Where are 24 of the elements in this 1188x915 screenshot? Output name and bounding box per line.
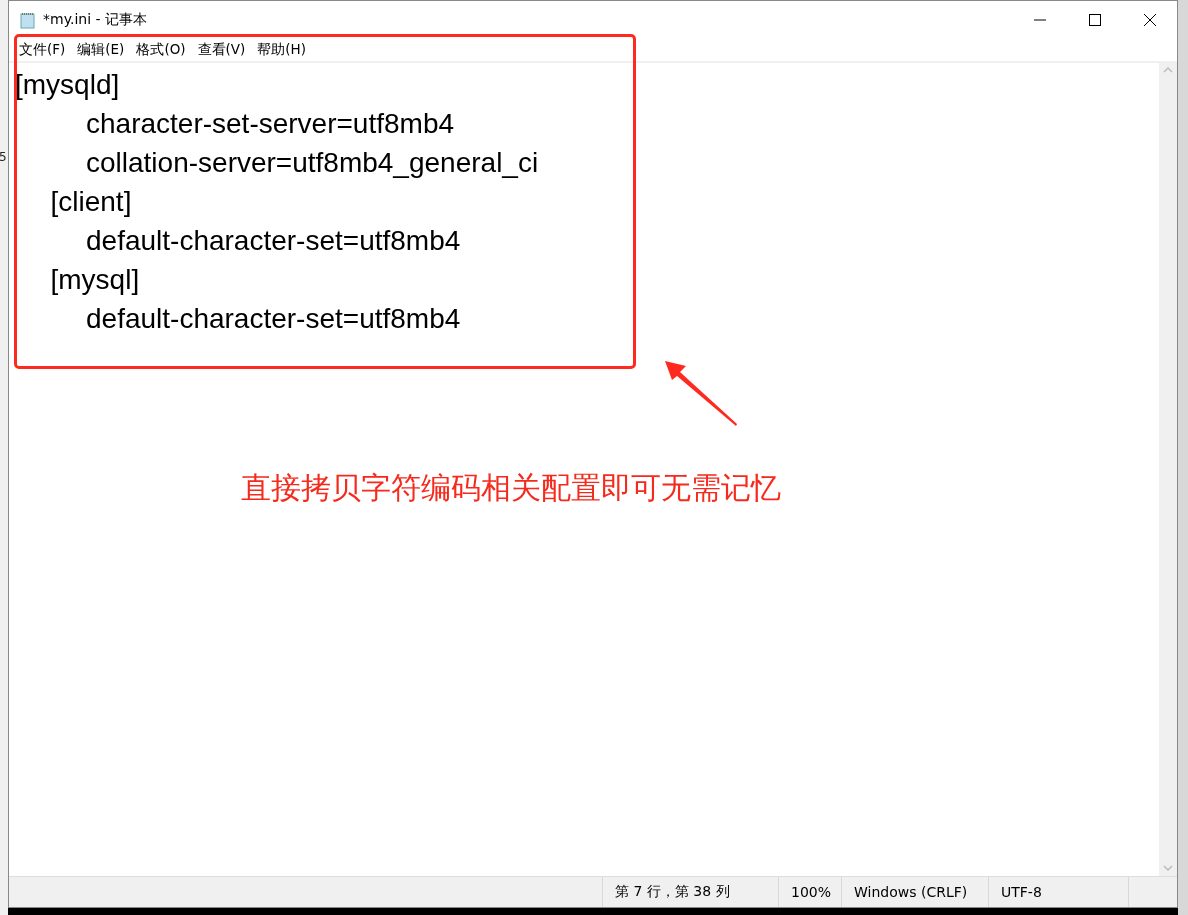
- menu-item[interactable]: 文件(F): [13, 41, 72, 59]
- close-icon: [1143, 14, 1156, 26]
- code-line: [mysqld]: [15, 68, 120, 102]
- code-line: default-character-set=utf8mb4: [85, 302, 461, 336]
- window-title: *my.ini - 记事本: [43, 11, 147, 29]
- menu-item[interactable]: 帮助(H): [251, 41, 313, 59]
- code-line: [client]: [49, 185, 132, 219]
- menu-item[interactable]: 编辑(E): [71, 41, 131, 59]
- code-line: character-set-server=utf8mb4: [85, 107, 455, 141]
- code-line: collation-server=utf8mb4_general_ci: [85, 146, 539, 180]
- status-text: 100%: [791, 884, 832, 900]
- background-text: 5: [0, 150, 7, 164]
- status-text: UTF-8: [1001, 884, 1042, 900]
- status-text: 第 7 行，第 38 列: [615, 883, 730, 901]
- code-line: [mysql]: [49, 263, 140, 297]
- code-line: default-character-set=utf8mb4: [85, 224, 461, 258]
- scrollbar[interactable]: [1159, 63, 1177, 876]
- menu-item[interactable]: 查看(V): [191, 41, 252, 59]
- status-text: Windows (CRLF): [854, 884, 968, 900]
- annotation-text: 直接拷贝字符编码相关配置即可无需记忆: [241, 469, 781, 507]
- annotation-arrow: [665, 361, 737, 426]
- menu-item[interactable]: 格式(O): [130, 41, 192, 59]
- maximize-icon: [1088, 14, 1101, 26]
- notepad-icon: [19, 11, 37, 29]
